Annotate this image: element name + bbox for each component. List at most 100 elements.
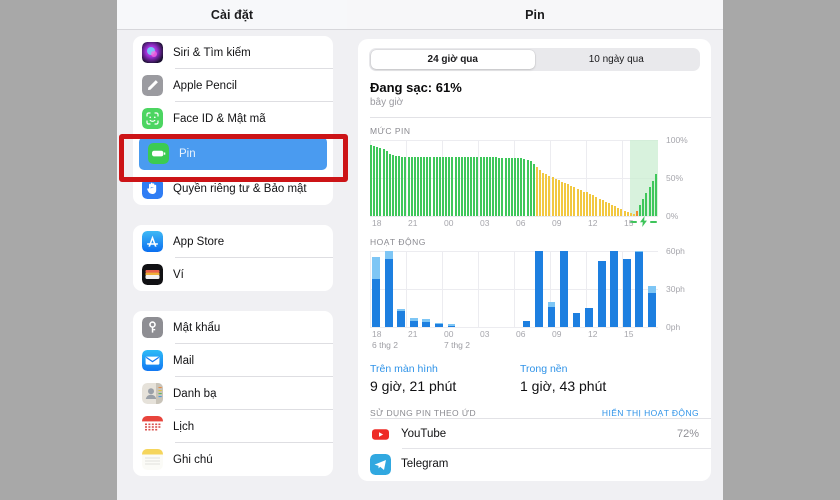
x-axis-tick-label: 18 xyxy=(372,218,382,228)
battery-bar xyxy=(476,157,479,216)
usage-stats: Trên màn hình 9 giờ, 21 phút Trong nền 1… xyxy=(370,363,711,394)
battery-bar xyxy=(445,157,448,216)
sidebar-item-label: App Store xyxy=(173,235,225,248)
battery-bar xyxy=(492,157,495,216)
segment-24-hours[interactable]: 24 giờ qua xyxy=(371,50,535,69)
app-usage-row-youtube[interactable]: YouTube 72% xyxy=(370,419,711,449)
notes-icon xyxy=(142,449,163,470)
siri-icon xyxy=(142,42,163,63)
sidebar-item-label: Face ID & Mật mã xyxy=(173,112,266,125)
row-separator xyxy=(175,134,333,135)
y-axis-tick-label: 60ph xyxy=(666,246,685,256)
activity-bar-background xyxy=(447,324,456,326)
activity-bar-screen-on xyxy=(635,252,644,327)
battery-bar xyxy=(467,157,470,216)
battery-bar xyxy=(648,187,651,216)
battery-level-heading: MỨC PIN xyxy=(370,126,411,136)
activity-bar-screen-on xyxy=(372,278,381,327)
stat-value: 9 giờ, 21 phút xyxy=(370,378,457,394)
sidebar-item-siri[interactable]: Siri & Tìm kiếm xyxy=(133,36,333,69)
battery-bar xyxy=(376,146,379,216)
app-name: Telegram xyxy=(401,458,449,470)
grid-line xyxy=(478,251,479,327)
x-axis-tick-label: 18 xyxy=(372,329,382,339)
sidebar-item-contacts[interactable]: Danh bạ xyxy=(133,377,333,410)
battery-bar xyxy=(592,195,595,216)
sidebar-item-pin[interactable]: Pin xyxy=(139,137,327,170)
sidebar-item-passwords[interactable]: Mật khẩu xyxy=(133,311,333,344)
battery-bar xyxy=(457,157,460,216)
mail-icon xyxy=(142,350,163,371)
sidebar-item-calendar[interactable]: Lịch xyxy=(133,410,333,443)
screenshot-root: Cài đặt Pin Siri & Tìm kiếm Apple Pencil… xyxy=(0,0,840,500)
usage-by-app-label: SỬ DỤNG PIN THEO ỨD xyxy=(370,408,477,418)
battery-bar xyxy=(526,159,529,216)
divider xyxy=(370,117,711,118)
sidebar-item-notes[interactable]: Ghi chú xyxy=(133,443,333,476)
x-axis-tick-label: 06 xyxy=(516,329,526,339)
sidebar-item-label: Ví xyxy=(173,268,184,281)
sidebar-title: Cài đặt xyxy=(210,7,254,22)
sidebar-item-apple-pencil[interactable]: Apple Pencil xyxy=(133,69,333,102)
battery-bar xyxy=(370,145,373,216)
sidebar-item-wallet[interactable]: Ví xyxy=(133,258,333,291)
battery-bar xyxy=(398,155,401,216)
battery-bar xyxy=(589,193,592,216)
battery-chart-plot xyxy=(370,140,658,227)
activity-bar-screen-on xyxy=(572,313,581,327)
battery-bar xyxy=(442,156,445,216)
battery-bar xyxy=(495,157,498,216)
battery-bar xyxy=(420,156,423,216)
show-activity-link[interactable]: HIỂN THỊ HOẠT ĐỘNG xyxy=(602,408,699,418)
y-axis-tick-label: 30ph xyxy=(666,284,685,294)
ipad-settings-window: Cài đặt Pin Siri & Tìm kiếm Apple Pencil… xyxy=(117,0,723,500)
battery-bar xyxy=(639,205,642,216)
app-usage-row-telegram[interactable]: Telegram xyxy=(370,449,711,479)
passwords-key-icon xyxy=(142,317,163,338)
battery-bar xyxy=(551,177,554,216)
page-title: Pin xyxy=(525,7,545,22)
battery-bar xyxy=(560,181,563,216)
x-axis-tick-label: 12 xyxy=(588,329,598,339)
battery-bar xyxy=(582,191,585,216)
activity-bar-background xyxy=(397,309,406,311)
battery-bar xyxy=(501,158,504,216)
activity-bar-screen-on xyxy=(535,251,543,327)
segment-10-days[interactable]: 10 ngày qua xyxy=(535,50,699,69)
x-axis-tick-label: 21 xyxy=(408,329,418,339)
sidebar-item-app-store[interactable]: App Store xyxy=(133,225,333,258)
battery-bar xyxy=(586,192,589,216)
sidebar-item-label: Mail xyxy=(173,354,195,367)
battery-bar xyxy=(576,188,579,216)
sidebar-group-2: App Store Ví xyxy=(133,225,333,291)
battery-bar xyxy=(642,199,645,216)
x-axis-tick-label: 15 xyxy=(624,218,634,228)
battery-bar xyxy=(557,180,560,216)
time-range-segmented-control[interactable]: 24 giờ qua 10 ngày qua xyxy=(369,48,700,71)
sidebar-item-label: Lịch xyxy=(173,420,195,433)
app-store-icon xyxy=(142,231,163,252)
stat-value: 1 giờ, 43 phút xyxy=(520,378,607,394)
sidebar-item-privacy[interactable]: Quyền riêng tư & Bảo mật xyxy=(133,172,333,205)
x-axis-tick-label: 00 xyxy=(444,329,454,339)
activity-chart-y-axis: 0ph 30ph 60ph xyxy=(666,246,711,332)
battery-bar xyxy=(470,157,473,216)
detail-navbar: Pin xyxy=(347,0,723,30)
battery-bar xyxy=(410,156,413,216)
sidebar-item-mail[interactable]: Mail xyxy=(133,344,333,377)
activity-chart: 0ph 30ph 60ph xyxy=(370,246,711,332)
battery-bar xyxy=(429,156,432,216)
activity-bar-screen-on xyxy=(384,258,393,327)
sidebar-item-label: Ghi chú xyxy=(173,453,213,466)
y-axis-tick-label: 100% xyxy=(666,135,688,145)
y-axis-tick-label: 50% xyxy=(666,173,684,183)
settings-sidebar[interactable]: Siri & Tìm kiếm Apple Pencil Face ID & M… xyxy=(117,30,347,500)
battery-bar xyxy=(460,157,463,216)
battery-bar xyxy=(651,181,654,216)
battery-bar xyxy=(407,156,410,216)
x-axis-tick-label: 03 xyxy=(480,329,490,339)
battery-chart-x-axis: 18 21 00 03 06 09 12 15 xyxy=(370,216,658,229)
sidebar-item-face-id[interactable]: Face ID & Mật mã xyxy=(133,102,333,135)
battery-bar xyxy=(473,157,476,216)
battery-bar xyxy=(504,158,507,216)
